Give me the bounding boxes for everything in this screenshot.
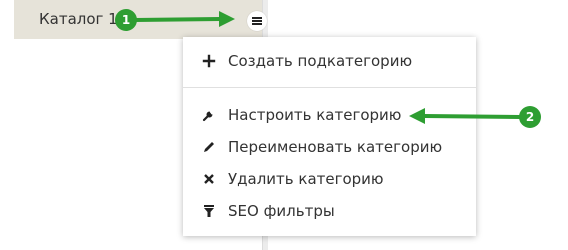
step-2-badge: 2 xyxy=(519,106,541,128)
annotation-arrows xyxy=(134,11,521,124)
step-1-badge: 1 xyxy=(115,9,137,31)
annotation-arrow-1 xyxy=(134,11,235,27)
annotation-arrow-2 xyxy=(409,108,521,124)
